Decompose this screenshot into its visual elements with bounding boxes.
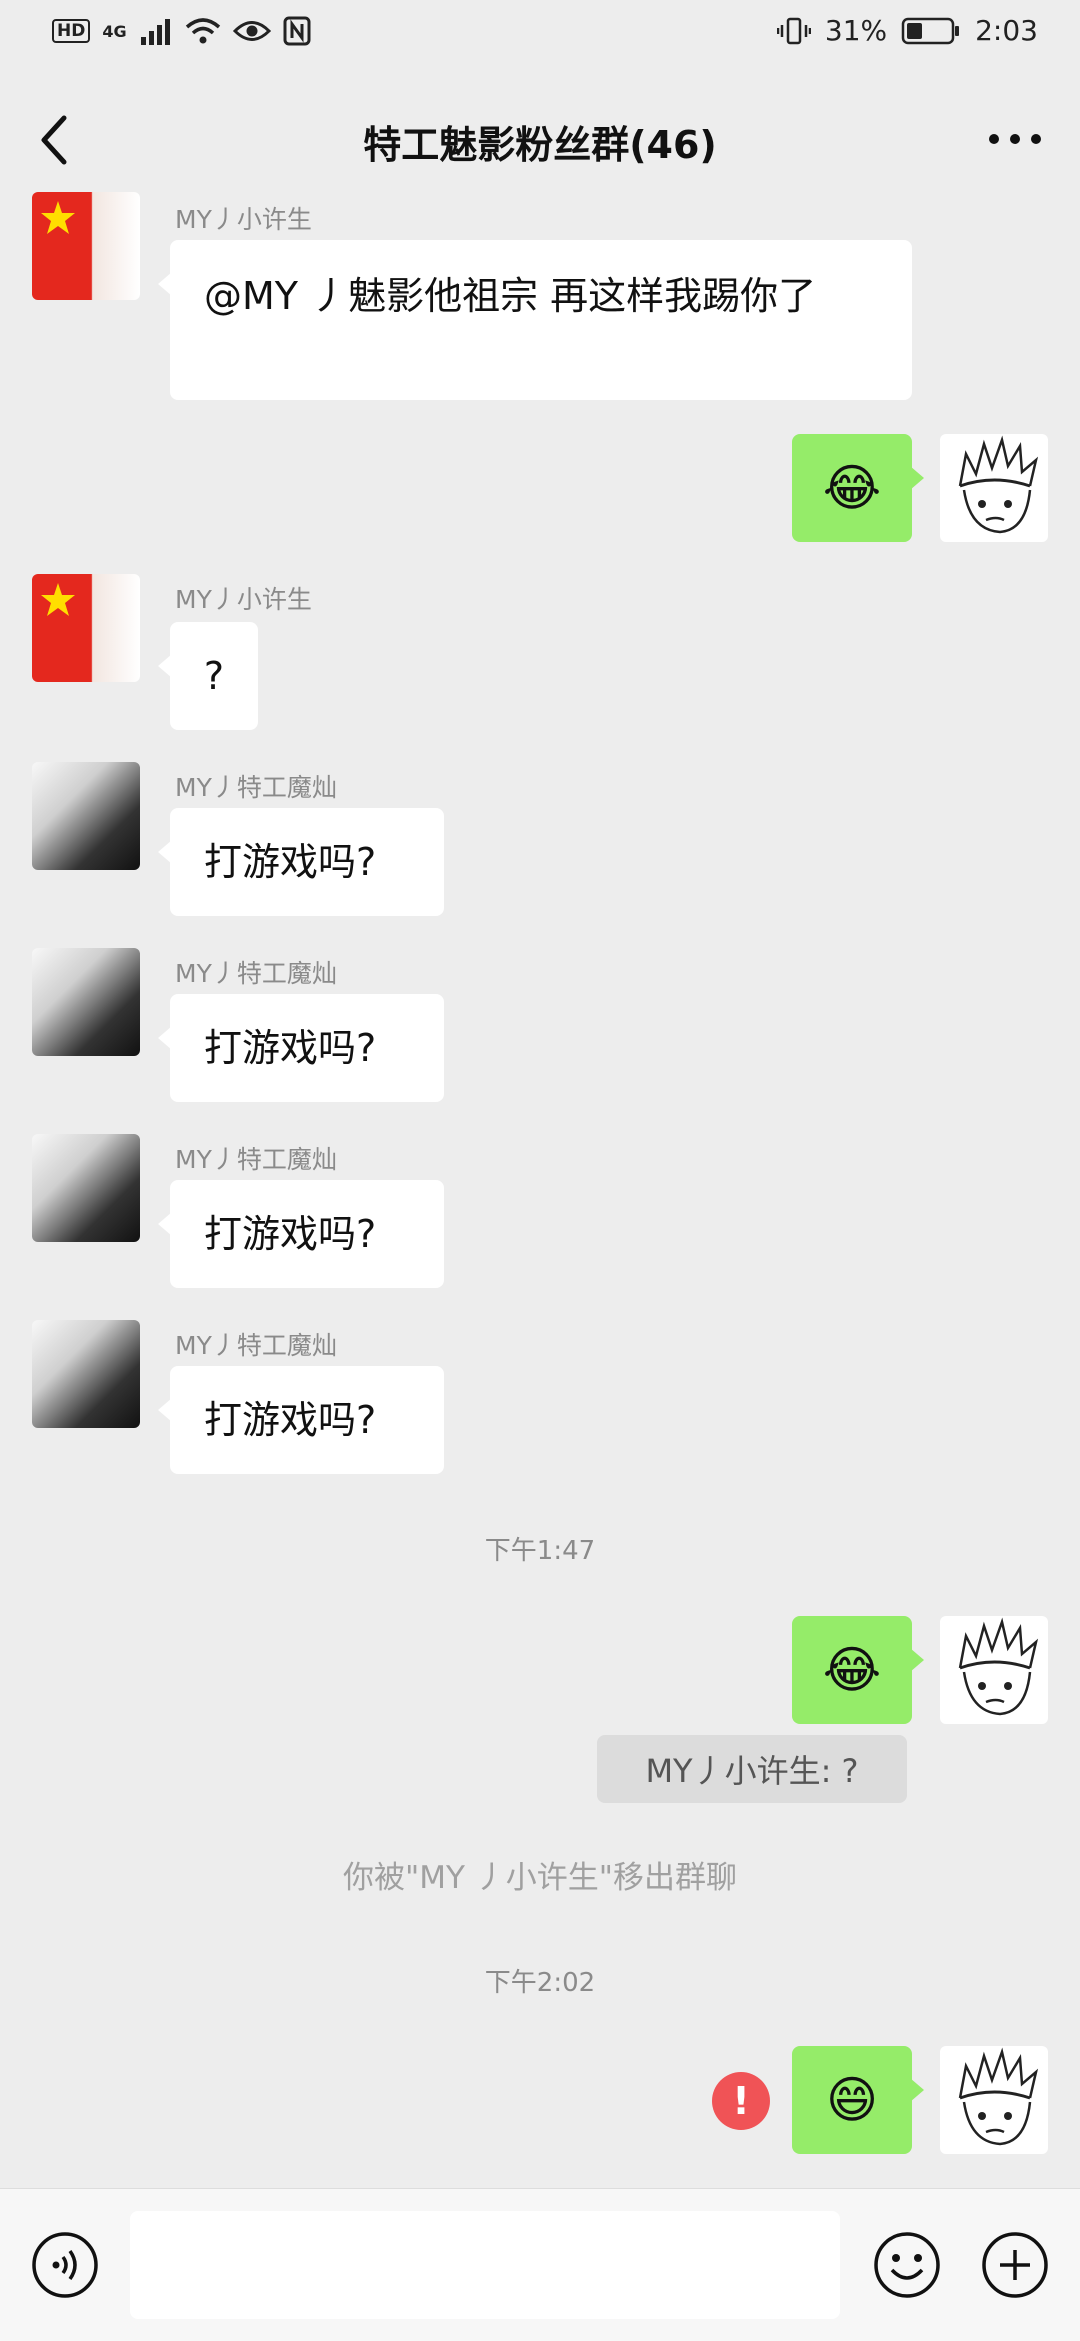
quoted-message[interactable]: MY丿小许生: ? bbox=[597, 1735, 907, 1803]
wifi-icon bbox=[185, 18, 220, 44]
emoji-button[interactable] bbox=[872, 2230, 942, 2300]
voice-button[interactable] bbox=[30, 2230, 100, 2300]
eye-icon bbox=[232, 21, 271, 41]
smiley-icon bbox=[874, 2232, 940, 2298]
status-right: 31% 2:03 bbox=[776, 14, 1038, 47]
sender-name: MY丿特工魔灿 bbox=[175, 1331, 337, 1360]
sender-name: MY丿特工魔灿 bbox=[175, 959, 337, 988]
network-type: 4G bbox=[102, 21, 127, 41]
send-failed-icon[interactable]: ! bbox=[712, 2072, 770, 2130]
clock: 2:03 bbox=[975, 14, 1038, 47]
battery-icon bbox=[901, 17, 960, 44]
tears-of-joy-emoji: 😂 bbox=[822, 459, 882, 517]
more-functions-button[interactable] bbox=[980, 2230, 1050, 2300]
sender-name: MY丿特工魔灿 bbox=[175, 1145, 337, 1174]
message-bubble-self[interactable]: 😂 bbox=[792, 1616, 924, 1724]
star-icon bbox=[41, 201, 75, 234]
message-bubble[interactable]: 打游戏吗? bbox=[158, 1180, 444, 1288]
message-bubble[interactable]: 打游戏吗? bbox=[158, 1366, 444, 1474]
avatar[interactable] bbox=[32, 574, 140, 682]
plus-circle-icon bbox=[982, 2232, 1048, 2298]
system-notice: 你被"MY 丿小许生"移出群聊 bbox=[342, 1860, 738, 1896]
avatar[interactable] bbox=[32, 1320, 140, 1428]
doodle-face-icon bbox=[958, 2047, 1039, 2146]
more-horizontal-icon bbox=[989, 134, 1041, 144]
message-text: @MY 丿魅影他祖宗 再这样我踢你了 bbox=[204, 274, 817, 318]
avatar[interactable] bbox=[32, 1134, 140, 1242]
tears-of-joy-emoji: 😂 bbox=[822, 1641, 882, 1699]
grinning-emoji: 😄 bbox=[825, 2071, 879, 2129]
message-text: 打游戏吗? bbox=[204, 1026, 377, 1070]
doodle-face-icon bbox=[958, 435, 1039, 534]
message-bubble-self[interactable]: 😄 bbox=[792, 2046, 924, 2154]
message-bubble[interactable]: @MY 丿魅影他祖宗 再这样我踢你了 bbox=[158, 240, 912, 400]
timestamp: 下午1:47 bbox=[484, 1536, 596, 1566]
battery-percent: 31% bbox=[824, 14, 888, 47]
vibrate-icon bbox=[776, 17, 811, 44]
avatar[interactable] bbox=[32, 762, 140, 870]
sender-name: MY丿小许生 bbox=[175, 205, 312, 234]
message-text: 打游戏吗? bbox=[204, 1398, 377, 1442]
chat-header: 特工魅影粉丝群(46) bbox=[0, 70, 1080, 208]
message-text: 打游戏吗? bbox=[204, 840, 377, 884]
avatar[interactable] bbox=[32, 948, 140, 1056]
voice-icon bbox=[32, 2232, 98, 2298]
message-bubble-self[interactable]: 😂 bbox=[792, 434, 924, 542]
avatar[interactable] bbox=[32, 192, 140, 300]
my-avatar[interactable] bbox=[940, 1616, 1048, 1724]
message-bubble[interactable]: ? bbox=[158, 622, 258, 730]
hd-badge: HD bbox=[52, 19, 91, 43]
message-bubble[interactable]: 打游戏吗? bbox=[158, 808, 444, 916]
input-bar bbox=[0, 2188, 1080, 2341]
doodle-face-icon bbox=[958, 1617, 1039, 1716]
message-text: ? bbox=[203, 654, 225, 698]
nfc-icon bbox=[283, 16, 311, 46]
status-bar: HD 4G 31% 2:03 bbox=[0, 0, 1080, 70]
signal-icon bbox=[140, 19, 170, 45]
my-avatar[interactable] bbox=[940, 434, 1048, 542]
more-button[interactable] bbox=[980, 114, 1050, 164]
star-icon bbox=[41, 583, 75, 616]
my-avatar[interactable] bbox=[940, 2046, 1048, 2154]
message-bubble[interactable]: 打游戏吗? bbox=[158, 994, 444, 1102]
sender-name: MY丿特工魔灿 bbox=[175, 773, 337, 802]
timestamp: 下午2:02 bbox=[484, 1968, 596, 1998]
message-input[interactable] bbox=[130, 2211, 840, 2319]
sender-name: MY丿小许生 bbox=[175, 585, 312, 614]
status-left: HD 4G bbox=[52, 16, 311, 46]
message-text: 打游戏吗? bbox=[204, 1212, 377, 1256]
page-title: 特工魅影粉丝群(46) bbox=[363, 123, 717, 167]
